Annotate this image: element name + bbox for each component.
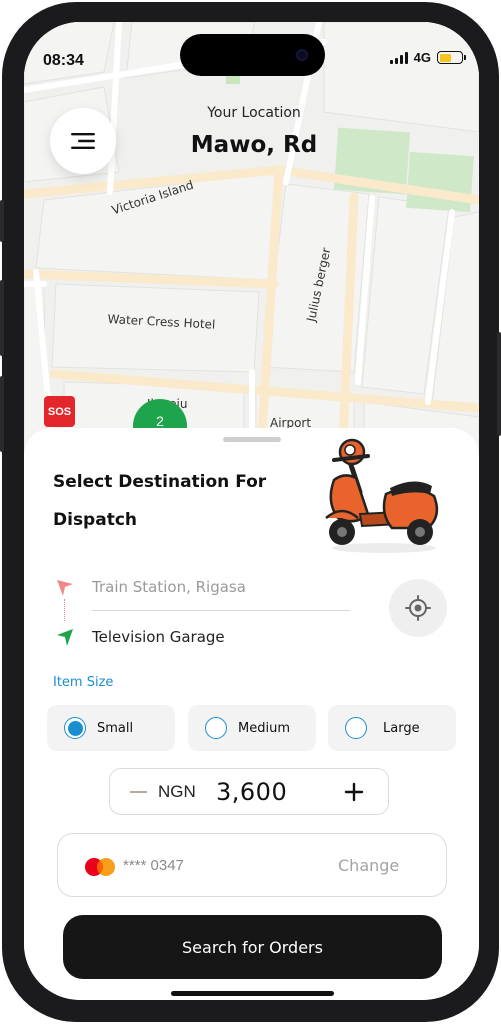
price-amount[interactable]: 3,600 (216, 778, 287, 806)
current-location-button[interactable] (389, 579, 447, 637)
size-option-large[interactable]: Large (328, 705, 456, 751)
bottom-sheet: Select Destination For Dispatch Train St… (24, 428, 479, 1000)
origin-pin-icon (57, 580, 73, 596)
camera-icon (296, 49, 308, 61)
action-button (0, 200, 4, 242)
mastercard-icon (85, 858, 115, 876)
route-divider (92, 610, 350, 611)
increase-price-button[interactable] (342, 780, 366, 804)
phone-frame: Victoria Island Julius berger Water Cres… (0, 2, 501, 1022)
status-time: 08:34 (43, 52, 84, 69)
radio-unselected-icon (205, 717, 227, 739)
menu-button[interactable] (50, 108, 116, 174)
radio-selected-icon (64, 717, 86, 739)
radio-unselected-icon (345, 717, 367, 739)
change-payment-button[interactable]: Change (338, 856, 399, 875)
decrease-price-button[interactable] (130, 791, 147, 793)
scooter-illustration (325, 438, 439, 553)
price-currency: NGN (158, 782, 196, 801)
card-number: **** 0347 (123, 857, 184, 874)
route-connector (64, 599, 65, 621)
payment-method: **** 0347 Change (57, 833, 447, 897)
volume-up-button (0, 280, 4, 356)
power-button (497, 332, 501, 436)
menu-icon (71, 133, 95, 149)
volume-down-button (0, 376, 4, 452)
destination-field[interactable]: Television Garage (92, 628, 225, 646)
size-option-label: Large (383, 720, 420, 736)
status-indicators: 4G (389, 50, 466, 65)
size-option-medium[interactable]: Medium (188, 705, 316, 751)
crosshair-icon (405, 595, 431, 621)
map[interactable]: Victoria Island Julius berger Water Cres… (24, 22, 479, 462)
network-type: 4G (413, 50, 431, 65)
search-orders-button[interactable]: Search for Orders (63, 915, 442, 979)
current-location-name: Mawo, Rd (190, 132, 318, 158)
your-location-label: Your Location (207, 105, 301, 121)
size-option-small[interactable]: Small (47, 705, 175, 751)
sheet-title: Select Destination For Dispatch (53, 472, 267, 530)
signal-icon (389, 51, 408, 64)
battery-icon (437, 51, 466, 64)
dynamic-island (180, 34, 325, 76)
map-canvas (24, 22, 479, 462)
origin-field[interactable]: Train Station, Rigasa (92, 578, 246, 596)
home-indicator[interactable] (171, 991, 334, 996)
sos-button[interactable]: SOS (44, 396, 75, 427)
size-option-label: Small (97, 720, 134, 736)
price-stepper: NGN 3,600 (109, 768, 389, 815)
sheet-grabber[interactable] (223, 437, 281, 442)
item-size-label: Item Size (53, 675, 114, 690)
size-option-label: Medium (238, 720, 290, 736)
screen: Victoria Island Julius berger Water Cres… (24, 22, 479, 1000)
destination-pin-icon (57, 629, 73, 646)
